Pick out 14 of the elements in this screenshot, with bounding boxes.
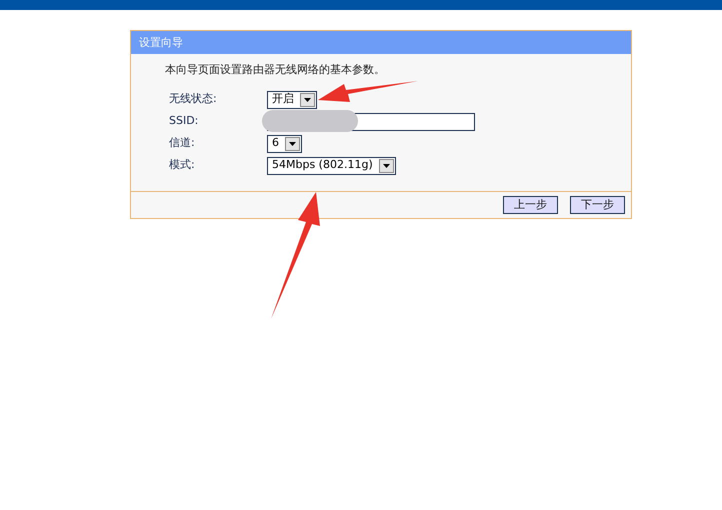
panel-title: 设置向导	[131, 31, 631, 54]
dropdown-caret-icon[interactable]	[378, 158, 394, 172]
step-button[interactable]: 上一步	[503, 196, 558, 214]
field-label: 信道:	[169, 135, 196, 152]
step-button[interactable]: 下一步	[570, 196, 625, 214]
dropdown-select[interactable]: 54Mbps (802.11g)	[267, 156, 396, 174]
dropdown-caret-icon[interactable]	[285, 136, 300, 150]
field-label: 模式:	[169, 157, 196, 174]
dropdown-select[interactable]: 开启	[267, 90, 317, 108]
dropdown-select[interactable]: 6	[267, 134, 302, 152]
intro-text: 本向导页面设置路由器无线网络的基本参数。	[165, 62, 386, 78]
field-label: SSID:	[169, 113, 200, 130]
dropdown-caret-icon[interactable]	[300, 92, 315, 106]
field-label: 无线状态:	[169, 91, 218, 108]
